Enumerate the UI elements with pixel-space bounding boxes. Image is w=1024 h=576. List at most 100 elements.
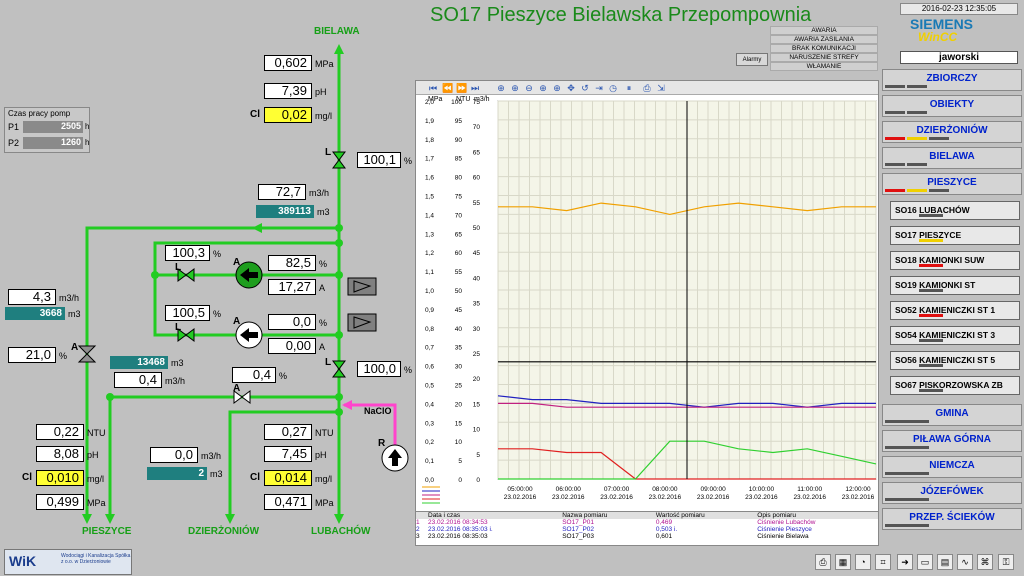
station-button[interactable]: SO19 KAMIONKI ST (890, 276, 1020, 295)
valve-mode: L (325, 147, 332, 158)
reset-icon[interactable]: ↺ (580, 83, 590, 93)
bielawa-totalizer: 389113 (256, 205, 314, 218)
zoom-y-icon[interactable]: ⊕ (552, 83, 562, 93)
unit: pH (315, 87, 327, 97)
tick-label: 60 (473, 175, 481, 182)
station-label: SO18 KAMIONKI SUW (895, 255, 985, 265)
unit: % (404, 365, 413, 375)
nav-button[interactable]: OBIEKTY (882, 95, 1022, 117)
status-indicator (929, 189, 949, 192)
bielawa-valve-position: 100,1 (357, 152, 401, 168)
unit: h (85, 122, 90, 131)
nav-button[interactable]: BIELAWA (882, 147, 1022, 169)
table-row[interactable]: 1 23.02.2016 08:34:53 SO17_P01 0,469 Ciś… (416, 519, 878, 526)
unit: % (319, 318, 328, 328)
unit: m3 (68, 309, 81, 319)
unit: mg/l (87, 474, 105, 484)
trend-plot: MPa2,01,91,81,71,61,51,41,31,21,11,00,90… (422, 96, 877, 504)
station-button[interactable]: SO52 KAMIENICZKI ST 1 (890, 301, 1020, 320)
network-icon[interactable]: ⌗ (875, 554, 891, 570)
station-button[interactable]: SO54 KAMIENICZKI ST 3 (890, 326, 1020, 345)
nav-button-label: PIESZYCE (927, 177, 977, 188)
print-icon[interactable]: ⎙ (815, 554, 831, 570)
tick-label: 30 (473, 326, 481, 333)
tick-label: 0 (458, 477, 462, 484)
lubachow-turbidity: 0,27 (264, 424, 312, 440)
datetime: 2016-02-23 12:35:05 (900, 3, 1018, 15)
nav-button[interactable]: DZIERŻONIÓW (882, 121, 1022, 143)
x-tick-label: 11:00:00 (797, 486, 822, 493)
table-row[interactable]: 2 23.02.2016 08:35:03 i. SO17_P02 0,503 … (416, 526, 878, 533)
gauge-icon[interactable]: ◔ (855, 554, 871, 570)
unit: MPa (315, 59, 334, 69)
document-icon[interactable]: ▤ (937, 554, 953, 570)
status-indicator (919, 289, 943, 292)
alarm-status-list: AWARIA AWARIA ZASILANIA BRAK KOMUNIKACJI… (770, 26, 878, 71)
zoom-in-icon[interactable]: ⊕ (510, 83, 520, 93)
trend-icon[interactable]: ∿ (957, 554, 973, 570)
zoom-icon[interactable]: ⊕ (496, 83, 506, 93)
next-icon[interactable]: ⏩ (456, 83, 467, 93)
x-tick-label: 23.02.2016 (504, 494, 537, 501)
tick-label: 0,9 (425, 307, 434, 314)
station-button[interactable]: SO67 PISKORZOWSKA ZB (890, 376, 1020, 395)
tick-label: 40 (455, 326, 463, 333)
print-icon[interactable]: ⎙ (642, 83, 652, 93)
tick-label: 1,1 (425, 269, 434, 276)
stop-icon[interactable]: ⏸ (624, 83, 634, 93)
label-bielawa: BIELAWA (314, 26, 360, 37)
move-icon[interactable]: ✥ (566, 83, 576, 93)
bielawa-pressure: 0,602 (264, 55, 312, 71)
nav-button[interactable]: NIEMCZA (882, 456, 1022, 478)
zoom-out-icon[interactable]: ⊖ (524, 83, 534, 93)
tick-label: 0,2 (425, 439, 434, 446)
tick-label: 45 (455, 307, 463, 314)
nav-button[interactable]: PIŁAWA GÓRNA (882, 430, 1022, 452)
nav-button[interactable]: PRZEP. ŚCIEKÓW (882, 508, 1022, 530)
label-dzierzoniow: DZIERŻONIÓW (188, 526, 260, 537)
zoom-x-icon[interactable]: ⊕ (538, 83, 548, 93)
center-valve-position: 0,4 (232, 367, 276, 383)
table-row[interactable]: 3 23.02.2016 08:35:03 SO17_P03 0,601 Ciś… (416, 533, 878, 540)
tick-label: 65 (473, 149, 481, 156)
nav-button-label: PIŁAWA GÓRNA (913, 434, 991, 445)
alarm-item: BRAK KOMUNIKACJI (770, 44, 878, 53)
x-tick-label: 23.02.2016 (552, 494, 585, 501)
nav-button[interactable]: JÓZEFÓWEK (882, 482, 1022, 504)
export-icon[interactable]: ⇲ (656, 83, 666, 93)
time-icon[interactable]: ◷ (608, 83, 618, 93)
station-button[interactable]: SO16 LUBACHÓW (890, 201, 1020, 220)
alarm-item: AWARIA (770, 26, 878, 35)
measurement-table-grid: Data i czas Nazwa pomiaru Wartość pomiar… (416, 512, 878, 540)
last-page-icon[interactable]: ⏭ (470, 83, 480, 93)
status-indicator (885, 420, 929, 423)
tick-label: 0,1 (425, 458, 434, 465)
alarms-button[interactable]: Alarmy (736, 53, 768, 66)
exit-icon[interactable]: ➜ (897, 554, 913, 570)
nav-button[interactable]: GMINA (882, 404, 1022, 426)
tick-label: 1,9 (425, 118, 434, 125)
cell: Ciśnienie Lubachów (757, 519, 816, 526)
nav-button[interactable]: PIESZYCE (882, 173, 1022, 195)
logo-text: Wodociągi i Kanalizacja Spółka z o.o. w … (61, 553, 131, 565)
measurement-table: Data i czas Nazwa pomiaru Wartość pomiar… (416, 511, 878, 545)
prev-icon[interactable]: ⏪ (442, 83, 453, 93)
station-button[interactable]: SO18 KAMIONKI SUW (890, 251, 1020, 270)
nav-button[interactable]: ZBIORCZY (882, 69, 1022, 91)
window-icon[interactable]: ▭ (917, 554, 933, 570)
station-button[interactable]: SO17 PIESZYCE (890, 226, 1020, 245)
nav-button-label: ZBIORCZY (926, 73, 978, 84)
unit: A (319, 283, 326, 293)
tick-label: 50 (473, 225, 481, 232)
tick-label: 1,7 (425, 156, 434, 163)
network-status-icon[interactable]: ⌘ (977, 554, 993, 570)
row-num: 1 (416, 519, 420, 526)
status-indicator (885, 189, 905, 192)
ruler-icon[interactable]: ⇥ (594, 83, 604, 93)
first-page-icon[interactable]: ⏮ (428, 83, 438, 93)
calendar-icon[interactable]: ▦ (835, 554, 851, 570)
key-icon[interactable]: ⚿ (998, 554, 1014, 570)
user-name: jaworski (900, 51, 1018, 64)
station-button[interactable]: SO56 KAMIENICZKI ST 5 (890, 351, 1020, 370)
pump-2-speed: 0,0 (268, 314, 316, 330)
